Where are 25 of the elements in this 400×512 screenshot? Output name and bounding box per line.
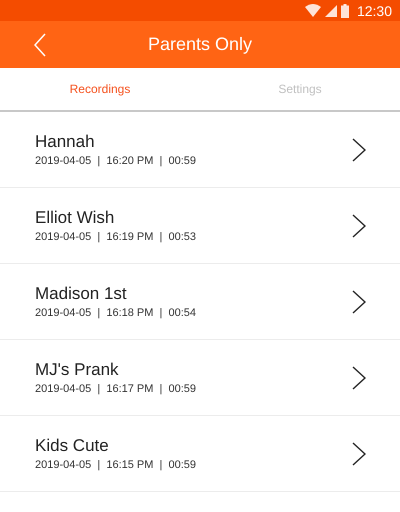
recording-name: MJ's Prank <box>35 360 120 380</box>
chevron-right-icon <box>352 138 366 162</box>
recording-name: Kids Cute <box>35 436 110 456</box>
recording-item[interactable]: Madison 1st 2019-04-05 | 16:18 PM | 00:54 <box>0 264 400 340</box>
recording-item[interactable]: Kids Cute 2019-04-05 | 16:15 PM | 00:59 <box>0 416 400 492</box>
recording-item[interactable]: MJ's Prank 2019-04-05 | 16:17 PM | 00:59 <box>0 340 400 416</box>
wifi-icon <box>304 4 321 17</box>
recording-name: Madison 1st <box>35 284 128 304</box>
chevron-right-icon <box>352 214 366 238</box>
recording-details: 2019-04-05 | 16:20 PM | 00:59 <box>35 155 198 167</box>
recording-details: 2019-04-05 | 16:19 PM | 00:53 <box>35 231 198 243</box>
recording-name: Elliot Wish <box>35 208 116 228</box>
chevron-right-icon <box>352 366 366 390</box>
recording-item[interactable]: Elliot Wish 2019-04-05 | 16:19 PM | 00:53 <box>0 188 400 264</box>
recording-details: 2019-04-05 | 16:18 PM | 00:54 <box>35 307 198 319</box>
screen-title: Parents Only <box>148 34 252 55</box>
signal-icon <box>324 4 337 16</box>
recording-details: 2019-04-05 | 16:17 PM | 00:59 <box>35 383 198 395</box>
battery-icon <box>340 4 349 18</box>
status-time: 12:30 <box>356 2 392 18</box>
recording-details: 2019-04-05 | 16:15 PM | 00:59 <box>35 459 198 471</box>
chevron-right-icon <box>352 290 366 314</box>
recording-item[interactable]: Hannah 2019-04-05 | 16:20 PM | 00:59 <box>0 112 400 188</box>
recording-name: Hannah <box>35 132 96 152</box>
chevron-right-icon <box>352 442 366 466</box>
